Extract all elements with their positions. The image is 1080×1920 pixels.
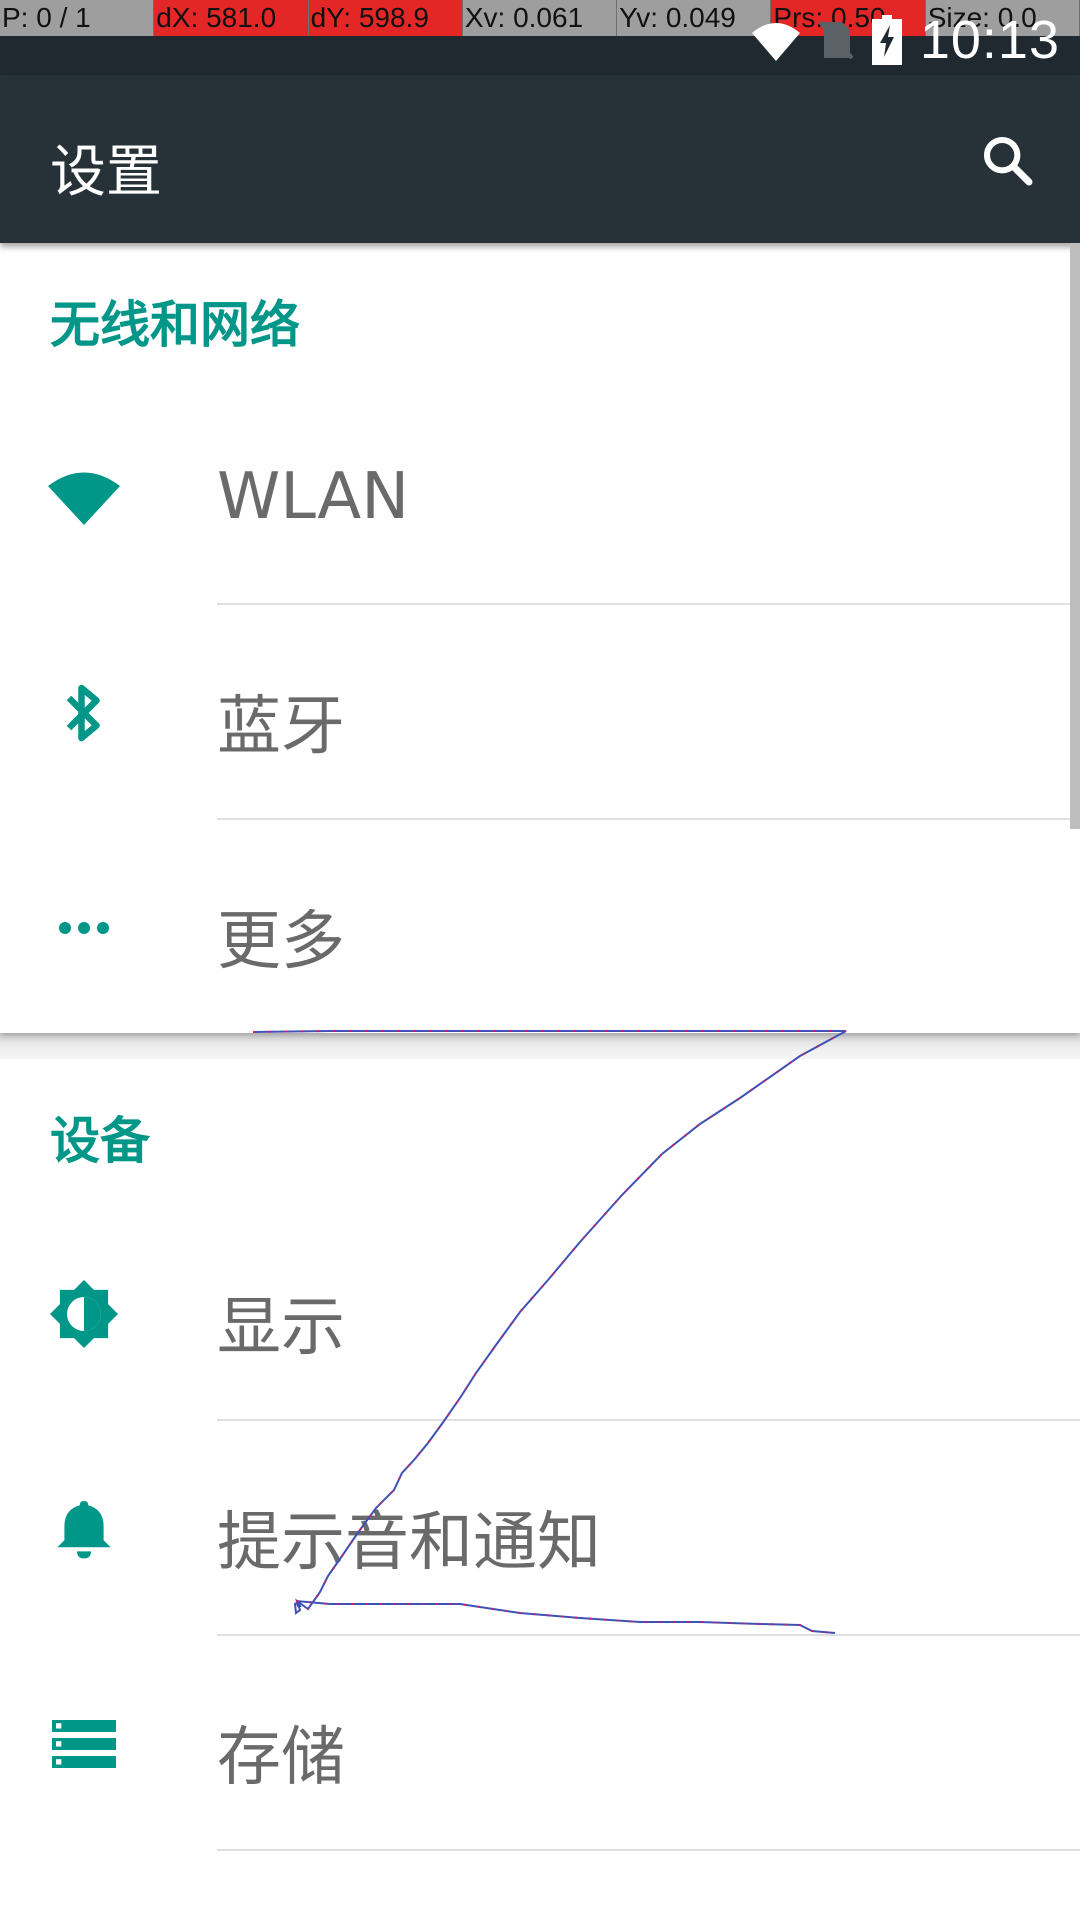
- settings-item-label: 更多: [217, 905, 345, 979]
- section-device: 设备 显示 提示音和通知 存储: [0, 1059, 1080, 1920]
- battery-charging-icon: [871, 15, 902, 65]
- status-time: 10:13: [919, 10, 1060, 70]
- search-button[interactable]: [972, 125, 1044, 197]
- pointer-count: P: 0 / 1: [0, 0, 155, 36]
- pointer-xv: Xv: 0.061: [463, 0, 618, 36]
- section-gap: [0, 1033, 1080, 1059]
- wifi-icon: [751, 23, 800, 61]
- pointer-dy: dY: 598.9: [308, 0, 463, 36]
- settings-item-sound-notification[interactable]: 提示音和通知: [0, 1421, 1080, 1636]
- pointer-dx: dX: 581.0: [154, 0, 309, 36]
- settings-item-more[interactable]: 更多: [0, 820, 1080, 1035]
- brightness-icon: [50, 1280, 118, 1348]
- settings-item-storage[interactable]: 存储: [0, 1636, 1080, 1851]
- section-header-device: 设备: [50, 1112, 150, 1170]
- app-bar: 设置: [0, 75, 1080, 243]
- storage-icon: [52, 1720, 116, 1768]
- settings-item-label: 提示音和通知: [217, 1506, 601, 1580]
- settings-item-label: 存储: [217, 1721, 345, 1795]
- bluetooth-icon: [66, 684, 100, 742]
- settings-item-wlan[interactable]: WLAN: [0, 390, 1080, 605]
- settings-item-label: WLAN: [217, 460, 410, 534]
- more-horiz-icon: [59, 922, 109, 934]
- settings-item-bluetooth[interactable]: 蓝牙: [0, 605, 1080, 820]
- bell-icon: [57, 1501, 111, 1559]
- settings-item-label: 显示: [217, 1291, 345, 1365]
- section-header-wireless: 无线和网络: [50, 296, 300, 354]
- section-wireless-networks: 无线和网络 WLAN 蓝牙 更多: [0, 243, 1080, 1033]
- no-sim-icon: [818, 20, 854, 60]
- pointer-yv: Yv: 0.049: [617, 0, 772, 36]
- settings-item-label: 蓝牙: [217, 690, 345, 764]
- wifi-icon: [48, 472, 120, 525]
- settings-item-display[interactable]: 显示: [0, 1206, 1080, 1421]
- scrollbar[interactable]: [1070, 243, 1080, 829]
- page-title: 设置: [50, 140, 162, 205]
- status-icons: 10:13: [751, 10, 1060, 70]
- search-icon: [983, 136, 1033, 186]
- divider: [217, 1849, 1080, 1851]
